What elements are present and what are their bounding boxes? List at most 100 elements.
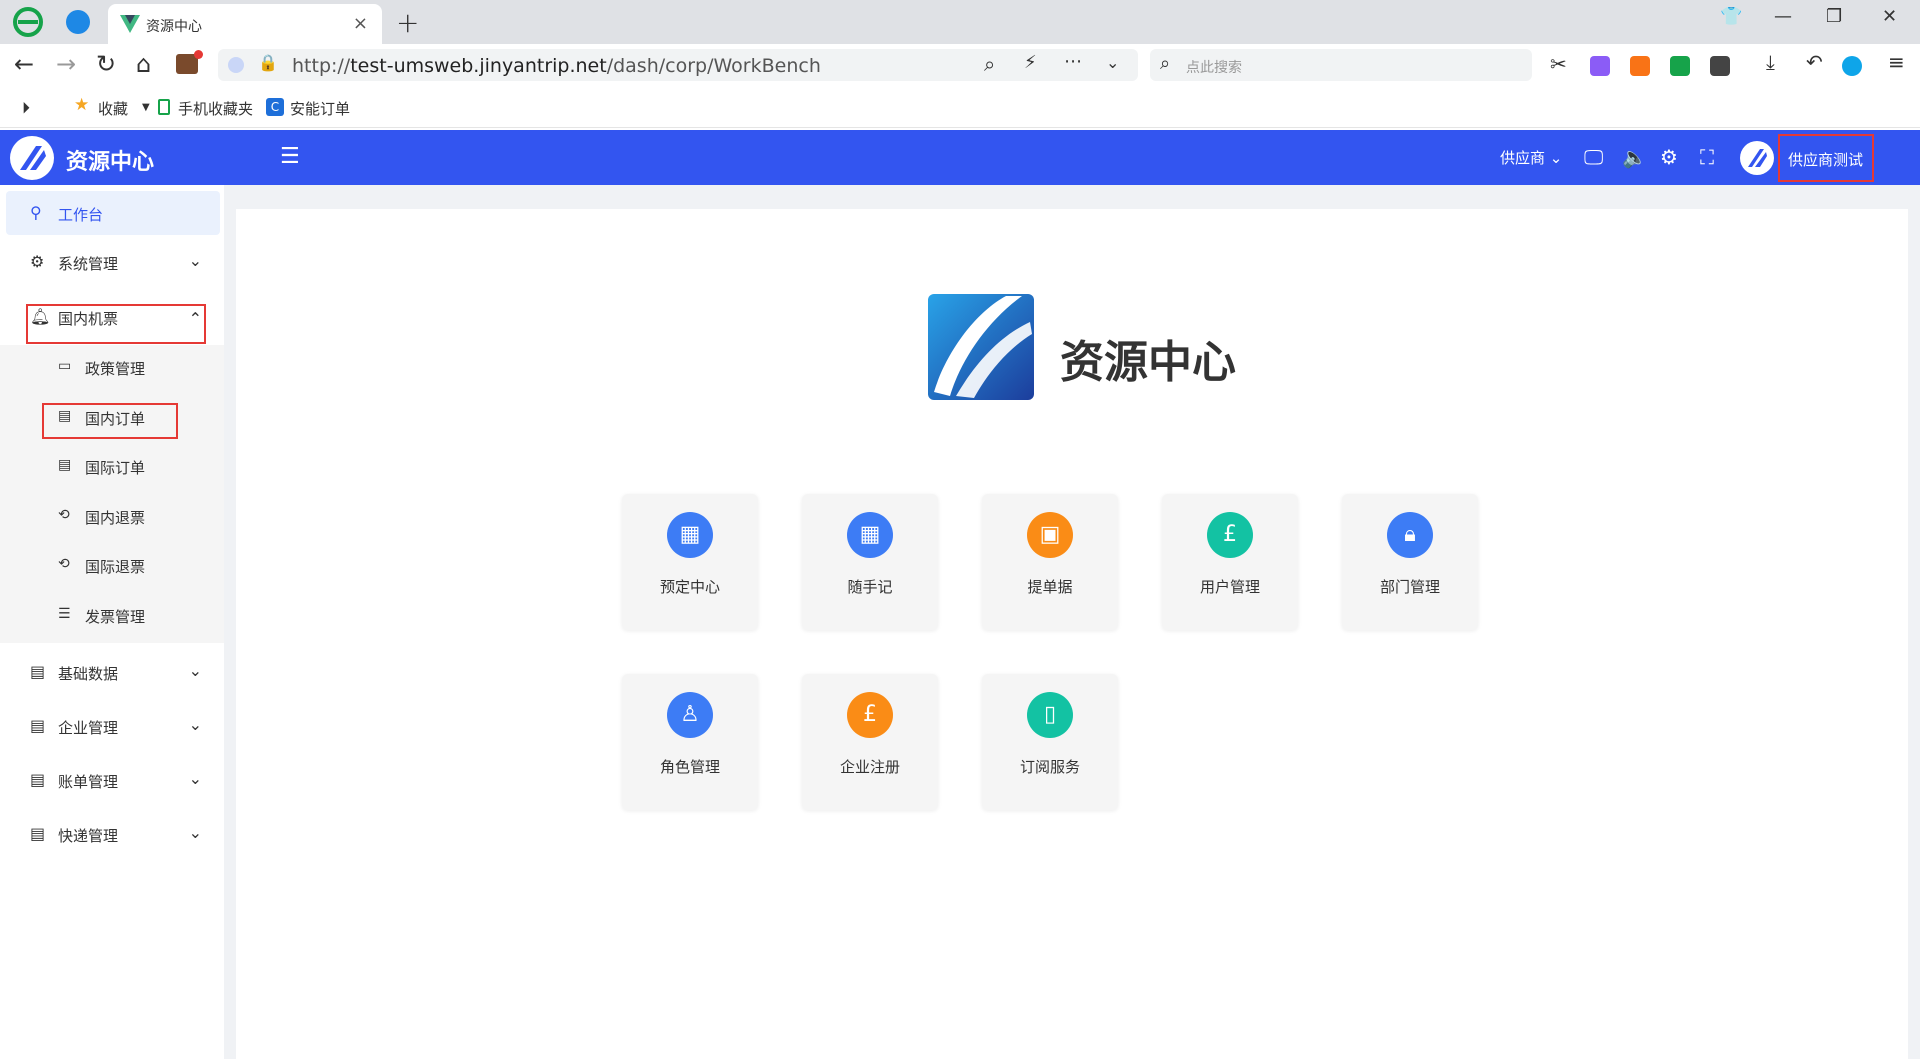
- bookmarks-bar: ⏵ ★ 收藏 ▼ 手机收藏夹 C 安能订单: [0, 86, 1920, 128]
- tile-enterprise-reg[interactable]: £ 企业注册: [802, 674, 938, 810]
- tile-users[interactable]: £ 用户管理: [1162, 494, 1298, 630]
- sidebar-toggle-icon[interactable]: ⏵: [22, 98, 30, 118]
- sidebar-item-workbench[interactable]: ⚲ 工作台: [6, 191, 220, 235]
- undo-icon[interactable]: ↶: [1806, 50, 1823, 74]
- sidebar-item-label: 工作台: [58, 206, 104, 224]
- user-name: 供应商测试: [1788, 151, 1864, 169]
- sidebar-item-invoice[interactable]: ☰ 发票管理: [0, 593, 224, 637]
- tile-label: 角色管理: [659, 758, 720, 776]
- chevron-down-icon: ⌄: [188, 823, 202, 842]
- app-header: 资源中心 ☰ 供应商 ⌄ 🖵 🔈 ⚙ ⛶ 供应商测试: [0, 130, 1920, 185]
- sidebar-item-basic-data[interactable]: ▤ 基础数据 ⌄: [6, 650, 220, 694]
- caret-down-icon[interactable]: ▼: [142, 102, 150, 113]
- close-window-icon[interactable]: ✕: [1882, 6, 1897, 27]
- monitor-icon[interactable]: 🖵: [1584, 145, 1603, 169]
- zoom-icon[interactable]: ⌕: [984, 52, 995, 76]
- tile-label: 企业注册: [839, 758, 900, 776]
- download-icon[interactable]: ⤓: [1766, 50, 1775, 74]
- tile-notes[interactable]: ▦ 随手记: [802, 494, 938, 630]
- gear-icon[interactable]: ⚙: [1660, 145, 1678, 169]
- back-icon[interactable]: ←: [14, 50, 34, 78]
- tile-subscription[interactable]: ▯ 订阅服务: [982, 674, 1118, 810]
- sidebar-item-express[interactable]: ▤ 快递管理 ⌄: [6, 812, 220, 856]
- translate-icon[interactable]: [1590, 56, 1610, 76]
- sidebar-item-label: 企业管理: [58, 719, 119, 737]
- document-icon: ▤: [30, 662, 46, 681]
- lightning-icon[interactable]: ⚡: [1024, 52, 1037, 73]
- gear-icon: ⚙: [30, 252, 45, 271]
- chevron-down-icon: ⌄: [188, 251, 202, 270]
- shirt-icon[interactable]: 👕: [1720, 6, 1742, 27]
- role-select[interactable]: 供应商 ⌄: [1500, 147, 1562, 168]
- search-icon: ⌕: [1160, 53, 1171, 74]
- vue-icon: [120, 15, 140, 33]
- sidebar-item-label: 国内退票: [85, 509, 146, 527]
- tile-submit[interactable]: ▣ 提单据: [982, 494, 1118, 630]
- brand-logo-icon: [928, 294, 1034, 400]
- chevron-down-icon: ⌄: [188, 661, 202, 680]
- terminal-icon: ▣: [1027, 512, 1073, 558]
- menu-icon[interactable]: ≡: [1888, 50, 1905, 74]
- scissors-icon[interactable]: ✂: [1550, 52, 1567, 76]
- tile-roles[interactable]: ♙ 角色管理: [622, 674, 758, 810]
- phone-icon: [158, 99, 170, 115]
- star-icon: ★: [74, 95, 90, 115]
- document-icon: ▤: [30, 716, 46, 735]
- game-icon[interactable]: [1630, 56, 1650, 76]
- sidebar-item-label: 快递管理: [58, 827, 119, 845]
- sitemap-icon: ⚲: [30, 203, 42, 222]
- sidebar-item-intl-refund[interactable]: ⟲ 国际退票: [0, 543, 224, 587]
- app-logo-icon[interactable]: [10, 136, 54, 180]
- bookmark-icon: ▯: [1027, 692, 1073, 738]
- sync-icon[interactable]: [1842, 56, 1862, 76]
- tile-label: 订阅服务: [1019, 758, 1080, 776]
- pound-coin-icon: £: [847, 692, 893, 738]
- new-tab-button[interactable]: +: [396, 6, 419, 39]
- search-placeholder: 点此搜索: [1186, 60, 1242, 76]
- tile-booking[interactable]: ▦ 预定中心: [622, 494, 758, 630]
- url-text: http://test-umsweb.jinyantrip.net/dash/c…: [292, 55, 821, 77]
- avatar[interactable]: [1740, 141, 1774, 175]
- fullscreen-icon[interactable]: ⛶: [1700, 145, 1714, 169]
- refund-icon: ⟲: [58, 507, 70, 523]
- insecure-lock-icon[interactable]: 🔒: [258, 53, 278, 72]
- sidebar-item-enterprise[interactable]: ▤ 企业管理 ⌄: [6, 704, 220, 748]
- apps-grid-icon[interactable]: [1710, 56, 1730, 76]
- forward-icon[interactable]: →: [56, 50, 76, 78]
- reload-icon[interactable]: ↻: [96, 50, 116, 78]
- url-field[interactable]: 🔒 http://test-umsweb.jinyantrip.net/dash…: [218, 49, 1138, 81]
- minimize-icon[interactable]: —: [1774, 6, 1792, 27]
- bookmark-mobile[interactable]: 手机收藏夹: [178, 98, 253, 119]
- sidebar-item-intl-order[interactable]: ▤ 国际订单: [0, 444, 224, 488]
- tab-resource-center[interactable]: 资源中心 ×: [108, 4, 382, 44]
- site-info-icon[interactable]: [228, 57, 244, 73]
- user-menu[interactable]: 供应商测试: [1778, 134, 1874, 182]
- sidebar-item-label: 账单管理: [58, 773, 119, 791]
- highlight-box: [26, 304, 206, 344]
- restore-icon[interactable]: ❐: [1826, 6, 1842, 27]
- tab-title: 资源中心: [146, 19, 202, 35]
- sidebar-item-label: 政策管理: [85, 360, 146, 378]
- browser-logo-icon[interactable]: [12, 6, 44, 38]
- bookmark-favorites[interactable]: 收藏: [98, 98, 128, 119]
- sidebar-item-system[interactable]: ⚙ 系统管理 ⌄: [6, 240, 220, 284]
- browser-search-input[interactable]: ⌕ 点此搜索: [1150, 49, 1532, 81]
- chevron-down-icon[interactable]: ⌄: [1106, 53, 1119, 72]
- sidebar-item-domestic-refund[interactable]: ⟲ 国内退票: [0, 494, 224, 538]
- pound-coin-icon: £: [1207, 512, 1253, 558]
- tile-label: 提单据: [1027, 578, 1073, 596]
- sidebar-item-billing[interactable]: ▤ 账单管理 ⌄: [6, 758, 220, 802]
- refund-icon: ⟲: [58, 556, 70, 572]
- tile-departments[interactable]: 🔒︎ 部门管理: [1342, 494, 1478, 630]
- reader-icon[interactable]: [1670, 56, 1690, 76]
- notification-dot-icon: [194, 50, 203, 59]
- telegram-tab-icon[interactable]: [66, 10, 90, 34]
- speaker-icon[interactable]: 🔈: [1622, 145, 1647, 169]
- bookmark-anneng[interactable]: 安能订单: [290, 98, 350, 119]
- more-icon[interactable]: ⋯: [1064, 51, 1082, 72]
- home-icon[interactable]: ⌂: [136, 50, 151, 78]
- user-icon: ♙: [667, 692, 713, 738]
- close-tab-icon[interactable]: ×: [353, 13, 368, 34]
- collapse-menu-icon[interactable]: ☰: [280, 144, 300, 169]
- sidebar-item-policy[interactable]: ▭ 政策管理: [0, 345, 224, 389]
